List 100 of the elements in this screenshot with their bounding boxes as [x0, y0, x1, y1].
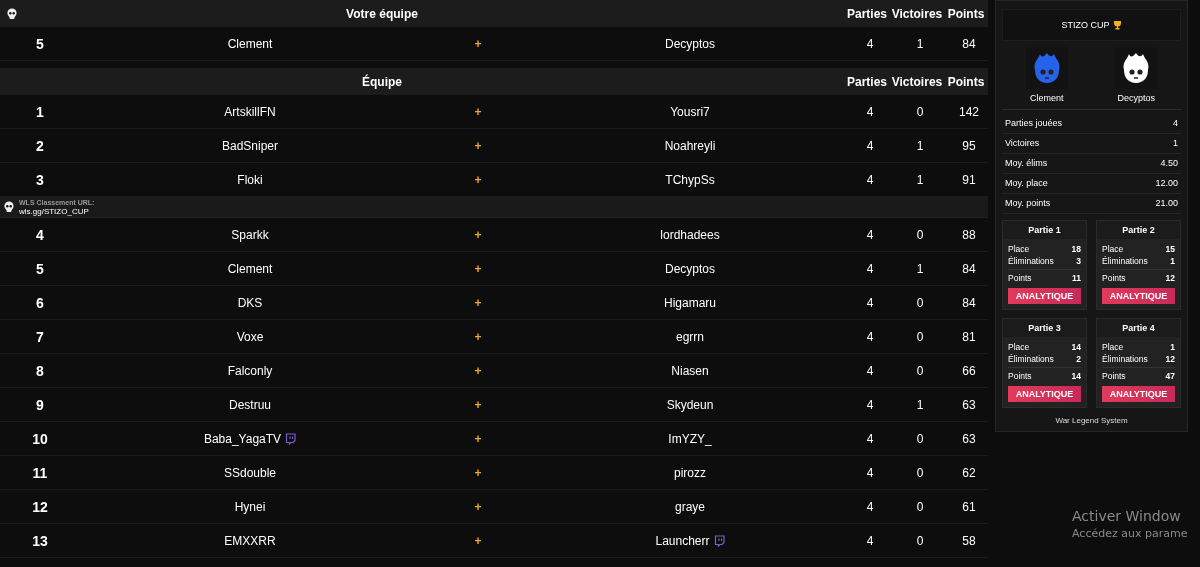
player-name[interactable]: Decyptos	[665, 261, 715, 276]
game-stat-label: Place	[1008, 341, 1030, 353]
games-count: 4	[866, 329, 874, 344]
player-name[interactable]: SSdouble	[223, 465, 276, 480]
player-name[interactable]: Yousri7	[670, 104, 710, 119]
wins-count: 0	[916, 104, 924, 119]
games-count: 4	[866, 172, 874, 187]
plus-sign: +	[474, 36, 482, 51]
player-name[interactable]: Noahreyli	[664, 138, 716, 153]
games-count: 4	[866, 533, 874, 548]
plus-sign: +	[474, 465, 482, 480]
skull-icon	[6, 7, 18, 20]
player-name: Decyptos	[1117, 93, 1155, 103]
player-name[interactable]: lordhadees	[660, 227, 720, 242]
analytics-button[interactable]: ANALYTIQUE	[1102, 386, 1175, 402]
analytics-button[interactable]: ANALYTIQUE	[1008, 288, 1081, 304]
plus-sign: +	[474, 261, 482, 276]
rank-number: 9	[36, 396, 44, 413]
player-name[interactable]: Baba_YagaTV	[203, 431, 282, 446]
stat-label: Moy. élims	[1005, 158, 1048, 168]
chat-bubble-icon[interactable]	[285, 432, 297, 445]
player-name[interactable]: Floki	[237, 172, 263, 187]
chat-bubble-icon[interactable]	[713, 534, 725, 547]
points-count: 142	[959, 104, 979, 119]
section-title: Équipe	[362, 74, 402, 89]
game-stat-label: Points	[1008, 370, 1032, 382]
player-name[interactable]: ImYZY_	[668, 431, 712, 446]
game-stat-label: Points	[1102, 370, 1126, 382]
games-count: 4	[866, 397, 874, 412]
game-title: Partie 4	[1097, 319, 1180, 337]
game-stat-value: 2	[1076, 353, 1081, 365]
wins-count: 1	[916, 36, 924, 51]
player-name[interactable]: Voxe	[236, 329, 264, 344]
games-count: 4	[866, 295, 874, 310]
game-stat-label: Éliminations	[1102, 353, 1148, 365]
game-stat-label: Place	[1008, 243, 1030, 255]
player-name[interactable]: ArtskillFN	[224, 104, 276, 119]
player-name[interactable]: Launcherr	[655, 533, 710, 548]
rank-number: 11	[32, 464, 48, 481]
player-name[interactable]: EMXXRR	[224, 533, 276, 548]
wins-count: 1	[916, 172, 924, 187]
rank-number: 6	[36, 294, 44, 311]
rank-number: 13	[32, 532, 48, 549]
game-stat-value: 1	[1170, 341, 1175, 353]
player-name[interactable]: Skydeun	[666, 397, 714, 412]
stat-value: 21.00	[1155, 198, 1178, 208]
player-name[interactable]: Destruu	[229, 397, 271, 412]
points-count: 66	[962, 363, 976, 378]
column-header: Victoires	[891, 6, 943, 21]
player-name[interactable]: Falconly	[227, 363, 273, 378]
points-count: 62	[962, 465, 976, 480]
player-name[interactable]: Niasen	[671, 363, 709, 378]
player-name[interactable]: Sparkk	[231, 227, 269, 242]
stat-value: 4	[1173, 118, 1178, 128]
rank-number: 3	[36, 171, 44, 188]
points-count: 95	[962, 138, 976, 153]
stat-label: Victoires	[1005, 138, 1040, 148]
rank-number: 2	[36, 137, 44, 154]
plus-sign: +	[474, 295, 482, 310]
skull-icon	[3, 201, 15, 213]
column-header: Points	[947, 74, 985, 89]
wins-count: 0	[916, 533, 924, 548]
points-count: 81	[962, 329, 976, 344]
game-stat-value: 47	[1165, 370, 1175, 382]
rank-number: 12	[32, 498, 48, 515]
game-title: Partie 2	[1097, 221, 1180, 239]
player-name[interactable]: pirozz	[674, 465, 706, 480]
analytics-button[interactable]: ANALYTIQUE	[1008, 386, 1081, 402]
games-count: 4	[866, 138, 874, 153]
game-stat-value: 14	[1071, 370, 1081, 382]
games-count: 4	[866, 104, 874, 119]
game-stat-value: 1	[1170, 255, 1175, 267]
player-name[interactable]: BadSniper	[221, 138, 278, 153]
player-name[interactable]: egrrn	[676, 329, 704, 344]
player-name[interactable]: Hynei	[234, 499, 266, 514]
analytics-button[interactable]: ANALYTIQUE	[1102, 288, 1175, 304]
games-count: 4	[866, 431, 874, 446]
column-header: Parties	[847, 6, 887, 21]
player-name: Clement	[1030, 93, 1064, 103]
activation-title: Activer Window	[1072, 508, 1181, 524]
player-name[interactable]: Higamaru	[664, 295, 716, 310]
plus-sign: +	[474, 172, 482, 187]
rank-number: 7	[36, 328, 44, 345]
player-name[interactable]: DKS	[237, 295, 263, 310]
points-count: 58	[962, 533, 976, 548]
player-name[interactable]: graye	[675, 499, 705, 514]
leaderboard-link[interactable]: wls.gg/STIZO_CUP	[19, 207, 95, 216]
wins-count: 0	[916, 227, 924, 242]
game-stat-label: Points	[1102, 272, 1126, 284]
games-count: 4	[866, 499, 874, 514]
player-name[interactable]: TChypSs	[665, 172, 715, 187]
player-name[interactable]: Clement	[227, 36, 273, 51]
plus-sign: +	[474, 138, 482, 153]
player-name[interactable]: Decyptos	[665, 36, 715, 51]
points-count: 84	[962, 295, 976, 310]
player-name[interactable]: Clement	[227, 261, 273, 276]
wins-count: 0	[916, 465, 924, 480]
column-header: Points	[947, 6, 985, 21]
wins-count: 1	[916, 261, 924, 276]
points-count: 88	[962, 227, 976, 242]
